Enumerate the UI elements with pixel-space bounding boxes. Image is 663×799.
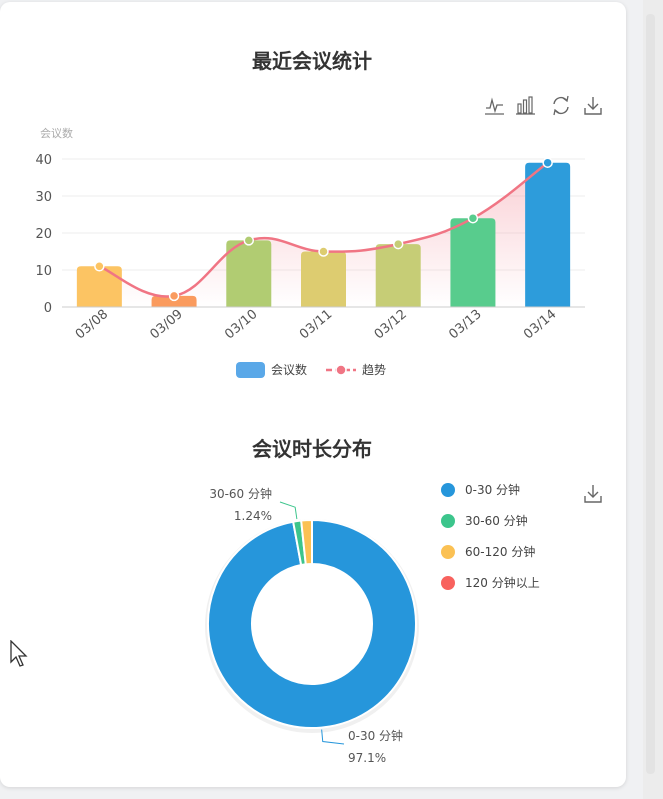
refresh-icon[interactable] <box>550 94 572 116</box>
trend-point[interactable] <box>318 246 329 257</box>
legend-label[interactable]: 30-60 分钟 <box>465 513 528 528</box>
bar[interactable] <box>375 244 421 307</box>
bar[interactable] <box>525 162 571 307</box>
donut <box>205 519 419 733</box>
trend-point[interactable] <box>94 261 105 272</box>
x-tick-label: 03/10 <box>222 307 260 343</box>
trend-point[interactable] <box>243 235 255 246</box>
bar-chart-icon[interactable] <box>515 94 535 116</box>
download-icon[interactable] <box>582 482 604 504</box>
scrollbar-thumb[interactable] <box>646 14 655 774</box>
bar[interactable] <box>301 251 346 308</box>
legend-marker[interactable] <box>441 545 455 559</box>
y-tick-label: 40 <box>35 153 52 168</box>
svg-text:趋势: 趋势 <box>362 363 386 377</box>
y-tick-labels: 0 10 20 30 40 <box>35 153 52 316</box>
y-tick-label: 20 <box>35 227 52 242</box>
chart-title: 最近会议统计 <box>252 49 372 73</box>
y-tick-label: 10 <box>35 264 52 279</box>
pie-legend: 0-30 分钟 30-60 分钟 60-120 分钟 120 分钟以上 <box>441 482 540 590</box>
pie-title: 会议时长分布 <box>252 437 372 461</box>
x-tick-label: 03/08 <box>73 307 111 343</box>
legend-marker[interactable] <box>441 576 455 590</box>
legend-label[interactable]: 60-120 分钟 <box>465 544 535 559</box>
y-tick-label: 0 <box>44 301 52 316</box>
x-tick-label: 03/09 <box>147 307 185 343</box>
legend-item-meetings[interactable]: 会议数 <box>236 362 307 378</box>
y-tick-label: 30 <box>35 190 52 205</box>
pie-label-value: 97.1% <box>348 751 386 765</box>
mouse-cursor-icon <box>10 640 28 667</box>
x-tick-label: 03/14 <box>521 307 559 343</box>
x-tick-label: 03/13 <box>446 307 484 343</box>
legend-label[interactable]: 0-30 分钟 <box>465 482 520 497</box>
trend-point[interactable] <box>467 212 479 224</box>
x-tick-label: 03/11 <box>297 307 335 343</box>
dashboard-card: 最近会议统计 会议数 0 10 20 30 40 03/08 03/09 03/… <box>0 2 626 787</box>
download-icon[interactable] <box>582 94 604 116</box>
bar[interactable] <box>450 218 496 307</box>
trend-point[interactable] <box>392 238 404 250</box>
x-tick-label: 03/12 <box>372 307 410 343</box>
pie-label-value: 1.24% <box>234 509 272 523</box>
legend-item-trend[interactable]: 趋势 <box>326 363 386 377</box>
line-chart-icon[interactable] <box>484 94 504 116</box>
x-tick-labels: 03/08 03/09 03/10 03/11 03/12 03/13 03/14 <box>73 307 560 343</box>
pie-label-name: 30-60 分钟 <box>209 486 272 501</box>
trend-point[interactable] <box>168 290 180 302</box>
bar[interactable] <box>226 240 272 307</box>
pie-label-name: 0-30 分钟 <box>348 728 403 743</box>
svg-text:会议数: 会议数 <box>271 362 307 377</box>
pie-label-line <box>279 501 298 520</box>
legend-label[interactable]: 120 分钟以上 <box>465 575 540 590</box>
bar[interactable] <box>76 266 122 307</box>
legend-marker[interactable] <box>441 483 455 497</box>
trend-point[interactable] <box>542 157 553 168</box>
charts-canvas: 最近会议统计 会议数 010203040 03/08 03/09 03/10 0… <box>35 49 604 765</box>
legend-marker[interactable] <box>441 514 455 528</box>
y-axis-label: 会议数 <box>40 127 73 140</box>
